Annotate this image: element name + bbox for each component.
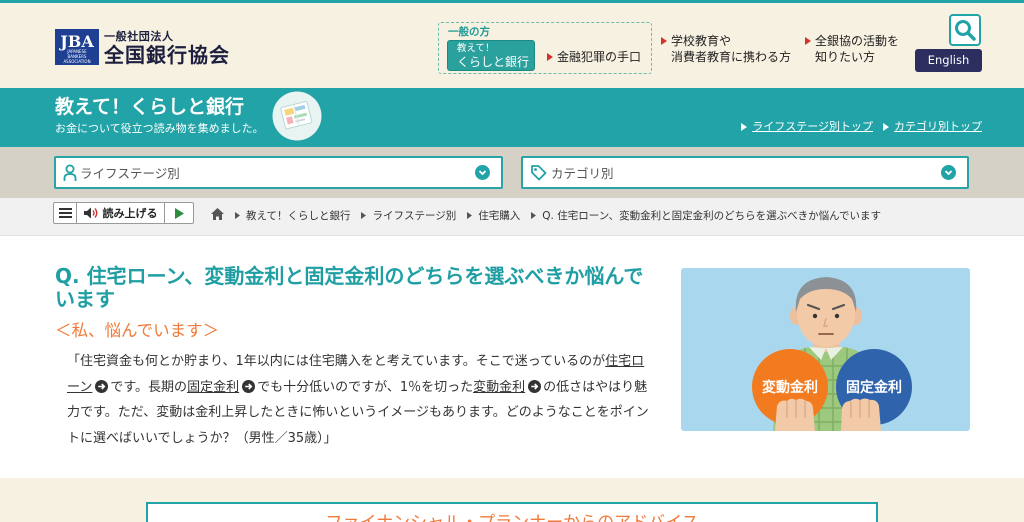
general-audience-box: 一般の方 教えて！ くらしと銀行 金融犯罪の手口	[438, 22, 652, 74]
category-dropdown[interactable]: カテゴリ別	[521, 156, 969, 189]
home-icon	[211, 207, 224, 220]
site-header: JBA JAPANESE BANKERS ASSOCIATION 一般社団法人 …	[0, 3, 1024, 88]
breadcrumb-separator-icon	[235, 211, 240, 219]
book-illustration	[272, 91, 322, 141]
person-icon	[63, 164, 77, 181]
breadcrumb-bar: 読み上げる 教えて！くらしと銀行 ライフステージ別 住宅購入 Q. 住宅ローン、…	[0, 198, 1024, 236]
banner-links: ライフステージ別トップ カテゴリ別トップ	[741, 120, 982, 134]
breadcrumb-separator-icon	[467, 211, 473, 219]
life-stage-top-link[interactable]: ライフステージ別トップ	[741, 120, 873, 134]
breadcrumb-home[interactable]	[211, 207, 224, 223]
section-banner: 教えて！くらしと銀行 お金について役立つ読み物を集めました。 ライフステージ別ト…	[0, 88, 1024, 147]
triangle-bullet-icon	[805, 37, 811, 45]
financial-crime-link[interactable]: 金融犯罪の手口	[547, 50, 641, 64]
kurashi-button-line1: 教えて！	[457, 43, 495, 54]
breadcrumb-separator-icon	[361, 211, 367, 219]
chevron-down-icon	[941, 165, 956, 180]
read-aloud-button[interactable]: 読み上げる	[77, 203, 165, 223]
page: JBA JAPANESE BANKERS ASSOCIATION 一般社団法人 …	[0, 0, 1024, 522]
jba-logo-mark: JBA JAPANESE BANKERS ASSOCIATION	[55, 29, 99, 65]
breadcrumb-current: Q. 住宅ローン、変動金利と固定金利のどちらを選ぶべきか悩んでいます	[542, 209, 882, 222]
right-eye	[834, 313, 840, 319]
banner-subtitle: お金について役立つ読み物を集めました。	[55, 122, 264, 135]
advice-box: ファイナンシャル・プランナーからのアドバイス	[146, 502, 878, 522]
fixed-rate-link[interactable]: 固定金利	[187, 379, 257, 395]
article-title: Q. 住宅ローン、変動金利と固定金利のどちらを選ぶべきか悩んでいます	[55, 264, 644, 311]
english-button[interactable]: English	[915, 49, 982, 72]
variable-rate-circle-label: 変動金利	[762, 379, 818, 396]
category-top-link[interactable]: カテゴリ別トップ	[883, 120, 982, 134]
worried-man-illustration: 変動金利 固定金利	[681, 268, 970, 431]
breadcrumb-item[interactable]: 教えて！くらしと銀行	[246, 208, 350, 223]
general-audience-label: 一般の方	[448, 26, 490, 38]
article-main: Q. 住宅ローン、変動金利と固定金利のどちらを選ぶべきか悩んでいます ＜私、悩ん…	[0, 236, 1024, 478]
arrow-right-circle-icon	[95, 379, 109, 393]
category-top-label: カテゴリ別トップ	[894, 120, 982, 133]
menu-icon	[58, 208, 72, 218]
left-hand	[775, 398, 815, 431]
advice-title: ファイナンシャル・プランナーからのアドバイス	[148, 504, 876, 522]
reader-menu-button[interactable]	[54, 203, 77, 223]
site-logo-link[interactable]: JBA JAPANESE BANKERS ASSOCIATION 一般社団法人 …	[55, 28, 235, 68]
body-text: です。長期の	[110, 379, 188, 395]
breadcrumb: 教えて！くらしと銀行 ライフステージ別 住宅購入 Q. 住宅ローン、変動金利と固…	[211, 203, 881, 227]
nav-educators-line1: 学校教育や	[671, 34, 732, 48]
right-hand	[841, 398, 881, 431]
fixed-rate-link-label: 固定金利	[187, 379, 240, 395]
variable-rate-link[interactable]: 変動金利	[473, 379, 543, 395]
advice-section: ファイナンシャル・プランナーからのアドバイス	[0, 478, 1024, 522]
body-text: でも十分低いのですが、1％を切った	[257, 379, 474, 395]
article-question-text: 「住宅資金も何とか貯まり、1年以内には住宅購入をと考えています。そこで迷っている…	[67, 349, 653, 451]
logo-mark-sub-3: ASSOCIATION	[63, 59, 90, 64]
fixed-rate-circle-label: 固定金利	[846, 379, 902, 396]
nav-activities-line1: 全銀協の活動を	[815, 34, 900, 48]
arrow-right-circle-icon	[528, 379, 542, 393]
read-aloud-label: 読み上げる	[102, 207, 158, 220]
life-stage-top-label: ライフステージ別トップ	[752, 120, 873, 133]
kurashi-to-ginko-button[interactable]: 教えて！ くらしと銀行	[447, 40, 535, 71]
financial-crime-link-label: 金融犯罪の手口	[557, 50, 642, 64]
org-type: 一般社団法人	[104, 30, 174, 43]
triangle-bullet-icon	[661, 37, 667, 45]
search-icon	[955, 20, 976, 41]
search-button[interactable]	[949, 14, 981, 46]
arrow-right-circle-icon	[242, 379, 256, 393]
triangle-bullet-icon	[883, 123, 889, 131]
play-icon	[174, 207, 184, 219]
variable-rate-link-label: 変動金利	[473, 379, 526, 395]
tag-icon	[531, 165, 547, 181]
breadcrumb-item[interactable]: ライフステージ別	[372, 208, 456, 223]
banner-title: 教えて！くらしと銀行	[55, 96, 245, 118]
read-aloud-toolbar: 読み上げる	[53, 202, 194, 224]
org-name: 全国銀行協会	[104, 43, 230, 67]
play-button[interactable]	[165, 203, 193, 223]
breadcrumb-separator-icon	[531, 211, 537, 219]
filter-band: ライフステージ別 カテゴリ別	[0, 147, 1024, 198]
nav-educators-link[interactable]: 学校教育や 消費者教育に携わる方	[661, 33, 801, 67]
life-stage-dropdown[interactable]: ライフステージ別	[54, 156, 503, 189]
triangle-bullet-icon	[741, 123, 748, 131]
kurashi-button-line2: くらしと銀行	[457, 55, 530, 69]
chevron-down-icon	[475, 165, 490, 180]
category-dropdown-label: カテゴリ別	[551, 166, 614, 181]
triangle-bullet-icon	[547, 53, 553, 61]
breadcrumb-item[interactable]: 住宅購入	[478, 208, 520, 223]
article-subheading: ＜私、悩んでいます＞	[55, 321, 220, 340]
body-text: 「住宅資金も何とか貯まり、1年以内には住宅購入をと考えています。そこで迷っている…	[67, 354, 606, 369]
nav-activities-line2: 知りたい方	[815, 50, 876, 64]
life-stage-dropdown-label: ライフステージ別	[80, 166, 180, 181]
left-eye	[812, 313, 818, 319]
nav-educators-line2: 消費者教育に携わる方	[671, 50, 792, 64]
speaker-icon	[83, 207, 97, 219]
